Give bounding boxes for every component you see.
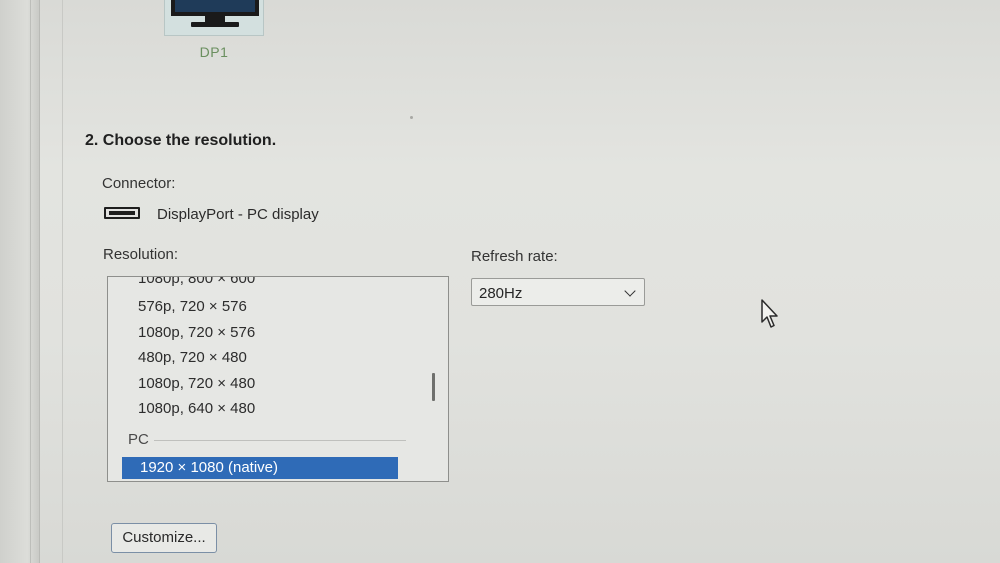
speck [410, 116, 413, 119]
chevron-down-icon [624, 285, 636, 297]
monitor-base-icon [191, 22, 239, 27]
list-item-selected[interactable]: 1920 × 1080 (native) [122, 457, 398, 479]
list-item[interactable]: 1080p, 800 × 600 [138, 277, 255, 287]
listbox-scrollbar[interactable] [432, 373, 435, 401]
window-frame-edge [0, 0, 40, 563]
refresh-rate-value: 280Hz [479, 285, 523, 302]
display-name-label: DP1 [199, 44, 229, 60]
list-group-header: PC [128, 431, 149, 448]
connector-label: Connector: [102, 175, 176, 192]
list-item[interactable]: 1080p, 720 × 576 [138, 324, 255, 341]
refresh-rate-label: Refresh rate: [471, 248, 558, 265]
customize-button[interactable]: Customize... [111, 523, 217, 553]
displayport-connector-icon [104, 207, 140, 219]
resolution-listbox[interactable]: 1080p, 800 × 600 576p, 720 × 576 1080p, … [107, 276, 449, 482]
group-divider [154, 440, 406, 441]
monitor-icon [171, 0, 259, 16]
mouse-cursor-icon [761, 299, 778, 328]
list-item[interactable]: 1080p, 720 × 480 [138, 375, 255, 392]
list-item[interactable]: 480p, 720 × 480 [138, 349, 247, 366]
connector-value: DisplayPort - PC display [157, 206, 319, 223]
step-title: 2. Choose the resolution. [85, 132, 277, 149]
display-thumbnail[interactable] [164, 0, 264, 36]
list-item[interactable]: 1080p, 640 × 480 [138, 400, 255, 417]
refresh-rate-dropdown[interactable]: 280Hz [471, 278, 645, 306]
list-item[interactable]: 576p, 720 × 576 [138, 298, 247, 315]
resolution-label: Resolution: [103, 246, 179, 263]
